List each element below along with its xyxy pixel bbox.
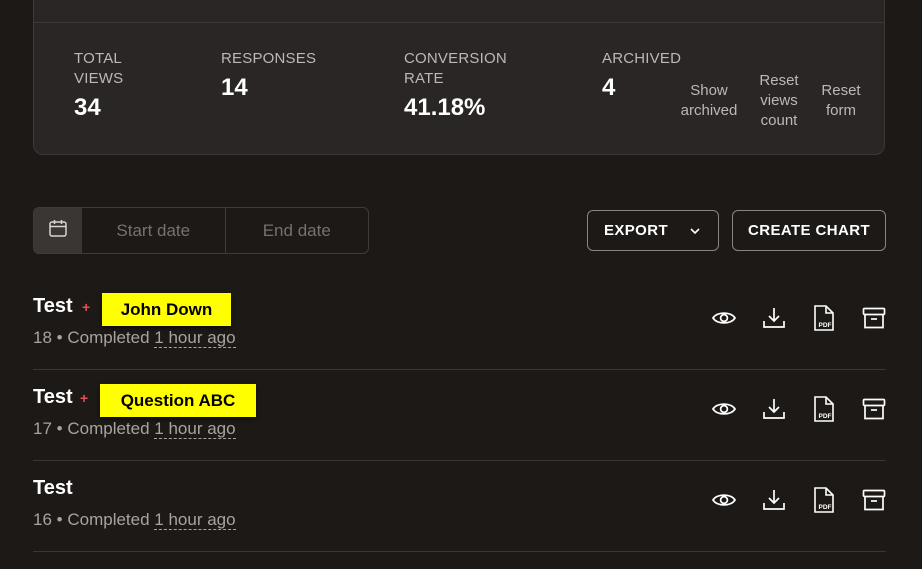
show-archived-button[interactable]: Show archived: [674, 81, 744, 121]
eye-icon[interactable]: [710, 304, 738, 332]
response-tag: John Down: [102, 293, 231, 326]
response-number: 18: [33, 328, 52, 347]
reset-views-count-button[interactable]: Reset views count: [754, 71, 804, 131]
stat-label: RESPONSES: [221, 50, 317, 67]
response-time: 1 hour ago: [154, 419, 236, 439]
pdf-icon[interactable]: PDF: [810, 486, 838, 514]
response-title: Test: [33, 386, 73, 408]
stat-responses: RESPONSES 14: [221, 49, 341, 103]
export-button[interactable]: EXPORT: [587, 210, 719, 251]
response-row[interactable]: Test + John Down 18 • Completed 1 hour a…: [33, 279, 886, 370]
response-row[interactable]: Test + Question ABC 17 • Completed 1 hou…: [33, 370, 886, 461]
response-row[interactable]: Test 16 • Completed 1 hour ago PDF: [33, 461, 886, 552]
pdf-icon-label: PDF: [819, 413, 832, 420]
response-meta: 17 • Completed 1 hour ago: [33, 419, 236, 439]
eye-icon[interactable]: [710, 486, 738, 514]
separator-dot: •: [56, 510, 63, 529]
create-chart-button[interactable]: CREATE CHART: [732, 210, 886, 251]
stat-value: 41.18%: [404, 94, 486, 121]
calendar-button[interactable]: [34, 208, 82, 253]
eye-icon[interactable]: [710, 395, 738, 423]
date-range-filter: Start date End date: [33, 207, 369, 254]
start-date-input[interactable]: Start date: [82, 208, 225, 253]
stat-conversion-rate: CONVERSION RATE 41.18%: [404, 49, 524, 123]
archive-icon[interactable]: [860, 395, 888, 423]
response-tag: Question ABC: [100, 384, 256, 417]
chevron-down-icon: [688, 224, 702, 238]
export-label: EXPORT: [603, 222, 669, 239]
download-icon[interactable]: [760, 486, 788, 514]
archive-icon[interactable]: [860, 304, 888, 332]
stat-label: ARCHIVED: [602, 50, 682, 67]
separator-dot: •: [56, 328, 63, 347]
stats-divider: [34, 22, 884, 23]
response-status: Completed: [67, 419, 150, 438]
download-icon[interactable]: [760, 304, 788, 332]
stat-value: 14: [221, 74, 248, 101]
reset-form-button[interactable]: Reset form: [819, 81, 863, 121]
plus-icon: +: [80, 390, 89, 406]
separator-dot: •: [56, 419, 63, 438]
stat-label: CONVERSION RATE: [404, 50, 507, 87]
pdf-icon[interactable]: PDF: [810, 304, 838, 332]
pdf-icon[interactable]: PDF: [810, 395, 838, 423]
stat-label: TOTAL VIEWS: [74, 50, 124, 87]
response-title: Test: [33, 477, 73, 499]
response-number: 16: [33, 510, 52, 529]
pdf-icon-label: PDF: [819, 322, 832, 329]
response-status: Completed: [67, 510, 150, 529]
archive-icon[interactable]: [860, 486, 888, 514]
response-number: 17: [33, 419, 52, 438]
stats-card: TOTAL VIEWS 34 RESPONSES 14 CONVERSION R…: [33, 0, 885, 155]
stat-value: 34: [74, 94, 101, 121]
plus-icon: +: [82, 299, 91, 315]
response-time: 1 hour ago: [154, 328, 236, 348]
response-meta: 18 • Completed 1 hour ago: [33, 328, 236, 348]
download-icon[interactable]: [760, 395, 788, 423]
stat-total-views: TOTAL VIEWS 34: [74, 49, 154, 123]
pdf-icon-label: PDF: [819, 504, 832, 511]
response-status: Completed: [67, 328, 150, 347]
end-date-input[interactable]: End date: [224, 208, 369, 253]
response-title: Test: [33, 295, 73, 317]
calendar-icon: [48, 218, 68, 243]
response-meta: 16 • Completed 1 hour ago: [33, 510, 236, 530]
response-time: 1 hour ago: [154, 510, 236, 530]
